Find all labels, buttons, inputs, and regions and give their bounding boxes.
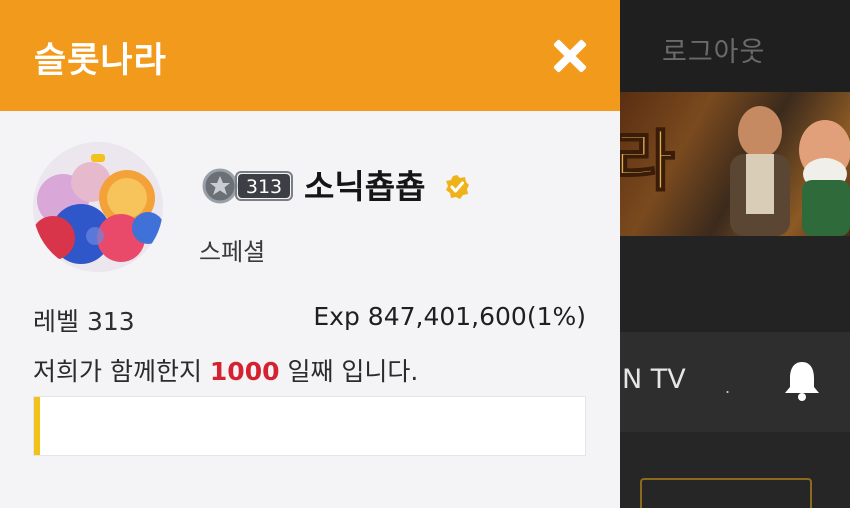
avatar[interactable] [33,142,163,272]
exp-progress-bar [33,396,586,456]
days-count: 1000 [209,357,280,386]
logout-link[interactable]: 로그아웃 [662,30,765,69]
nickname: 소닉춉춉 [304,167,426,206]
separator-dot: . [725,378,731,397]
brand-title: 슬롯나라 [34,41,167,81]
verified-badge-icon [446,175,469,199]
close-icon[interactable] [552,38,588,74]
days-together: 저희가 함께한지 1000 일째 입니다. [33,352,418,388]
days-suffix: 일째 입니다. [287,357,419,386]
dark-strip [620,236,850,332]
lollipop-avatar [33,142,163,272]
days-prefix: 저희가 함께한지 [33,357,202,386]
member-grade: 스페셜 [199,238,266,266]
bell-icon[interactable] [782,358,822,402]
level-badge: 313 [202,168,293,204]
user-drawer: 슬롯나라 313 소닉춉춉 스페셜 레벨 313 Exp 847,401,600… [0,0,620,508]
exp-label: Exp 847,401,600(1%) [313,302,586,331]
level-badge-number: 313 [246,176,282,198]
drawer-header: 슬롯나라 [0,0,620,111]
svg-text:라: 라 [620,123,675,200]
level-label: 레벨 313 [33,307,135,336]
exp-progress-fill [34,397,40,455]
banner-artwork: 라 [620,106,850,236]
bottom-box[interactable] [640,478,812,508]
tv-menu-item[interactable]: N TV [622,364,686,395]
